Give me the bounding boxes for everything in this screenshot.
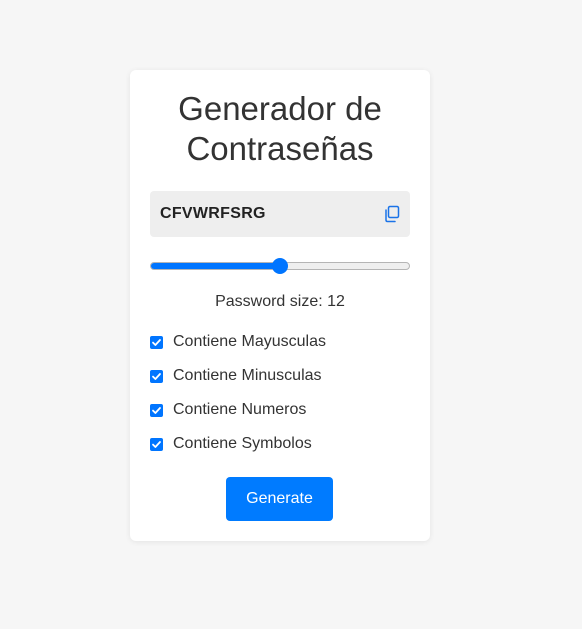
title-line-1: Generador de xyxy=(178,90,382,127)
option-numbers[interactable]: Contiene Numeros xyxy=(150,400,306,420)
password-size-slider[interactable] xyxy=(150,256,410,276)
option-lowercase[interactable]: Contiene Minusculas xyxy=(150,366,322,386)
option-uppercase[interactable]: Contiene Mayusculas xyxy=(150,332,326,352)
option-label: Contiene Mayusculas xyxy=(173,333,326,350)
generate-button[interactable]: Generate xyxy=(226,477,333,521)
option-symbols[interactable]: Contiene Symbolos xyxy=(150,434,312,454)
size-value: 12 xyxy=(327,293,345,310)
slider-thumb[interactable] xyxy=(272,258,288,274)
checkbox-lowercase[interactable] xyxy=(150,369,163,383)
size-label-text: Password size: xyxy=(215,293,328,310)
password-text: CFVWRFSRG xyxy=(160,205,266,222)
password-display: CFVWRFSRG xyxy=(150,191,410,237)
option-label: Contiene Numeros xyxy=(173,401,307,418)
slider-fill xyxy=(151,263,281,269)
checkbox-uppercase[interactable] xyxy=(150,335,163,349)
checkbox-symbols[interactable] xyxy=(150,437,163,451)
password-size-label: Password size: 12 xyxy=(130,292,430,312)
password-generator-card: Generador de Contraseñas CFVWRFSRG Passw… xyxy=(130,70,430,541)
checkbox-numbers[interactable] xyxy=(150,403,163,417)
title-line-2: Contraseñas xyxy=(186,130,374,167)
copy-icon[interactable] xyxy=(383,205,401,223)
page-title: Generador de Contraseñas xyxy=(130,89,430,169)
option-label: Contiene Minusculas xyxy=(173,367,322,384)
option-label: Contiene Symbolos xyxy=(173,435,312,452)
